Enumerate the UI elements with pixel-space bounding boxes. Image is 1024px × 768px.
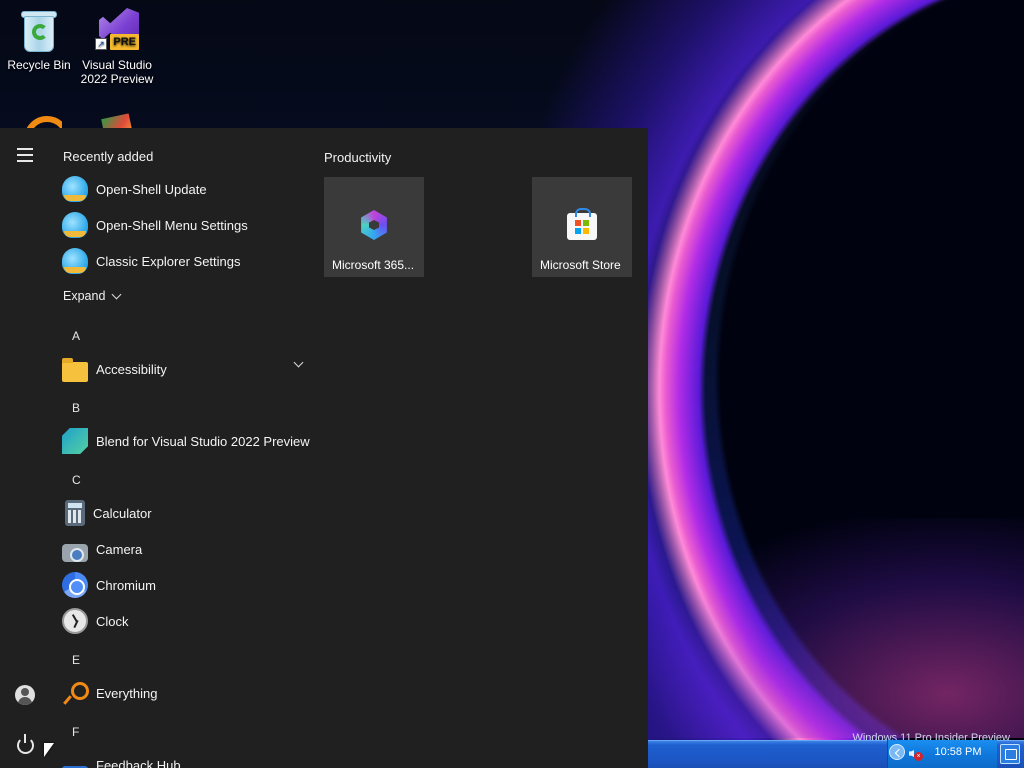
app-item-clock[interactable]: Clock [62,606,306,636]
app-item-label: Clock [96,613,129,629]
desktop-icon-label: Recycle Bin [7,58,71,72]
section-letter-f[interactable]: F [72,725,79,739]
app-item-accessibility[interactable]: Accessibility [62,354,306,384]
desktop-icon-recycle-bin[interactable]: Recycle Bin [0,6,78,72]
taskbar-clock[interactable]: 10:58 PM [928,746,988,758]
blend-icon [62,428,88,454]
folder-icon [62,358,88,382]
expand-label: Expand [63,289,106,303]
app-item-open-shell-menu-settings[interactable]: Open-Shell Menu Settings [62,210,306,240]
app-item-classic-explorer-settings[interactable]: Classic Explorer Settings [62,246,306,276]
app-item-label: Accessibility [96,361,167,377]
section-letter-c[interactable]: C [72,473,81,487]
app-item-camera[interactable]: Camera [62,534,306,564]
desktop-icon-label-line2: 2022 Preview [80,72,154,86]
app-item-everything[interactable]: Everything [62,678,306,708]
section-letter-e[interactable]: E [72,653,80,667]
tile-group-title: Productivity [324,150,392,165]
power-button[interactable] [10,730,40,760]
app-item-chromium[interactable]: Chromium [62,570,306,600]
mute-x-icon: × [914,752,923,761]
app-list: Recently added Open-Shell Update Open-Sh… [50,128,310,768]
power-icon [16,733,34,754]
start-menu: Recently added Open-Shell Update Open-Sh… [0,128,648,768]
app-item-blend-for-visual-studio[interactable]: Blend for Visual Studio 2022 Preview [62,426,310,456]
app-item-label: Classic Explorer Settings [96,253,241,269]
app-item-label: Feedback Hub [96,757,181,768]
show-hidden-icons-button[interactable] [889,744,905,760]
desktop-icon-label-line1: Visual Studio [82,58,152,72]
visual-studio-icon: ↗ PRE [93,6,141,54]
expand-button[interactable]: Expand [63,289,122,303]
app-item-feedback-hub[interactable]: Feedback Hub [62,750,306,768]
hamburger-menu-button[interactable] [10,140,40,170]
app-item-label: Chromium [96,577,156,593]
notification-center-icon[interactable] [1000,744,1020,764]
desktop-icon-visual-studio-preview[interactable]: ↗ PRE Visual Studio 2022 Preview [78,6,156,86]
chevron-down-icon[interactable] [293,357,304,368]
clock-icon [62,608,88,634]
app-item-label: Blend for Visual Studio 2022 Preview [96,433,310,449]
app-item-label: Open-Shell Menu Settings [96,217,248,233]
app-item-label: Open-Shell Update [96,181,207,197]
section-letter-b[interactable]: B [72,401,80,415]
wallpaper-glow [644,518,1024,738]
app-item-label: Camera [96,541,143,557]
microsoft-store-icon [567,208,597,240]
open-shell-icon [62,212,88,238]
user-account-button[interactable] [10,680,40,710]
pre-badge: PRE [110,34,139,50]
open-shell-icon [62,248,88,274]
app-item-label: Everything [96,685,158,701]
pinned-tiles-area: Productivity Microsoft 365... Microsoft … [308,128,648,768]
chevron-down-icon [111,289,122,299]
app-item-open-shell-update[interactable]: Open-Shell Update [62,174,306,204]
open-shell-icon [62,176,88,202]
section-letter-a[interactable]: A [72,329,80,343]
tile-microsoft-store[interactable]: Microsoft Store [532,177,632,277]
app-item-label: Calculator [93,505,152,521]
everything-search-icon [62,680,89,706]
chromium-icon [62,572,88,598]
user-avatar-icon [15,685,35,705]
tile-microsoft-365[interactable]: Microsoft 365... [324,177,424,277]
camera-icon [62,544,88,562]
recently-added-heading: Recently added [63,149,154,164]
calculator-icon [65,500,85,526]
mouse-cursor-icon [44,743,56,761]
tile-label: Microsoft Store [540,258,621,272]
start-left-rail [0,128,50,768]
app-item-calculator[interactable]: Calculator [62,498,306,528]
recycle-bin-icon [15,6,63,54]
tile-label: Microsoft 365... [332,258,415,272]
microsoft-365-icon [361,210,387,240]
hamburger-icon [17,146,33,164]
shortcut-arrow-icon: ↗ [95,38,107,50]
